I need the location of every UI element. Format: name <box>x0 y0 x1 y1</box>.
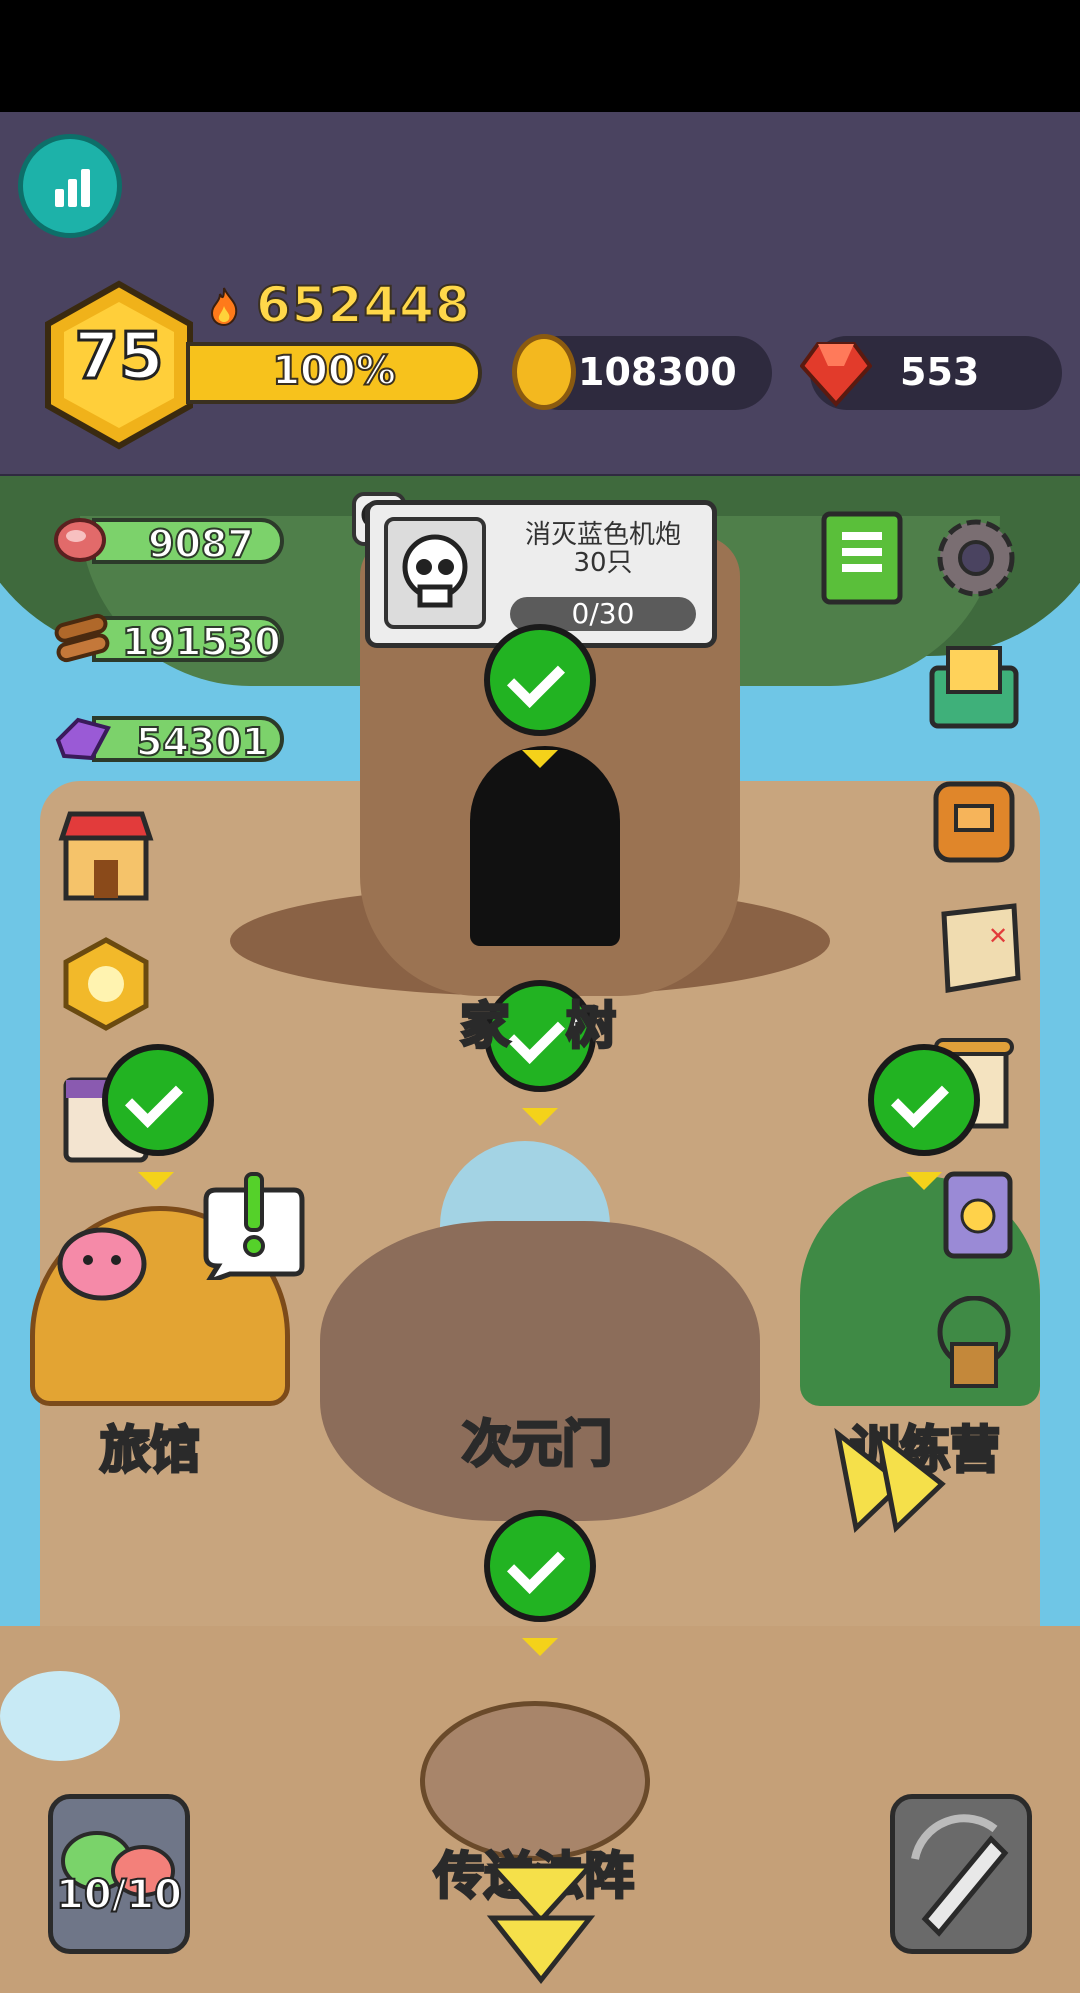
pond <box>0 1671 120 1761</box>
settings-icon[interactable] <box>928 510 1024 606</box>
xp-percent: 100% <box>271 347 397 395</box>
bar-chart-icon <box>53 167 93 207</box>
skull-icon <box>384 517 486 629</box>
pointer-arrow-icon <box>906 1172 942 1190</box>
svg-text:✕: ✕ <box>988 922 1008 950</box>
crystal-icon <box>55 717 111 761</box>
meat-icon <box>54 518 106 562</box>
home-tree-label: 家树 <box>459 996 618 1057</box>
player-level: 75 <box>73 319 165 396</box>
pink-slime-icon[interactable] <box>54 1208 150 1304</box>
status-bar <box>0 0 1080 112</box>
hero-group <box>320 1221 760 1521</box>
sword-swap-icon <box>911 1814 1009 1937</box>
crystal-resource[interactable]: 54301 <box>52 710 284 766</box>
skull-card-icon[interactable] <box>930 1166 1026 1262</box>
power-value: 652448 <box>255 275 471 335</box>
ruby-gem-icon <box>800 342 872 407</box>
meat-value: 9087 <box>147 521 255 567</box>
check-marker-portal[interactable] <box>484 1510 596 1622</box>
camp-house-icon[interactable] <box>926 1296 1022 1392</box>
shop-icon[interactable] <box>58 808 154 904</box>
check-marker-camp[interactable] <box>868 1044 980 1156</box>
pointer-arrow-icon <box>138 1172 174 1190</box>
stats-button[interactable] <box>18 134 122 238</box>
alert-bubble-icon[interactable] <box>196 1170 308 1280</box>
gold-coin-icon <box>512 334 576 410</box>
pointer-arrow-icon <box>522 1638 558 1656</box>
backpack-icon[interactable] <box>926 770 1022 866</box>
meat-resource[interactable]: 9087 <box>52 512 284 568</box>
quest-title: 消灭蓝色机炮 30只 <box>524 520 681 578</box>
pointer-arrow-icon <box>522 1108 558 1126</box>
treasure-map-icon[interactable]: ✕ <box>930 900 1026 996</box>
check-marker-inn[interactable] <box>102 1044 214 1156</box>
double-arrow-down-icon[interactable] <box>486 1860 596 1990</box>
gem-value: 553 <box>900 350 980 394</box>
inn-label: 旅馆 <box>99 1420 202 1481</box>
battle-button[interactable] <box>890 1794 1032 1954</box>
gold-value: 108300 <box>578 350 737 394</box>
tree-entrance <box>470 746 620 946</box>
guide-book-icon[interactable] <box>814 510 910 606</box>
mail-icon[interactable] <box>926 638 1022 734</box>
wood-resource[interactable]: 191530 <box>52 610 284 666</box>
portal-label: 次元门 <box>461 1414 614 1475</box>
reward-medal-icon[interactable] <box>58 936 154 1032</box>
check-marker-tree-top[interactable] <box>484 624 596 736</box>
wood-icon <box>54 613 110 663</box>
pointer-arrow-icon <box>522 750 558 768</box>
slime-count: 10/10 <box>55 1871 183 1919</box>
wood-value: 191530 <box>121 619 282 665</box>
crystal-value: 54301 <box>135 719 269 765</box>
flame-icon <box>210 287 238 326</box>
double-arrow-right-icon[interactable] <box>832 1424 952 1534</box>
